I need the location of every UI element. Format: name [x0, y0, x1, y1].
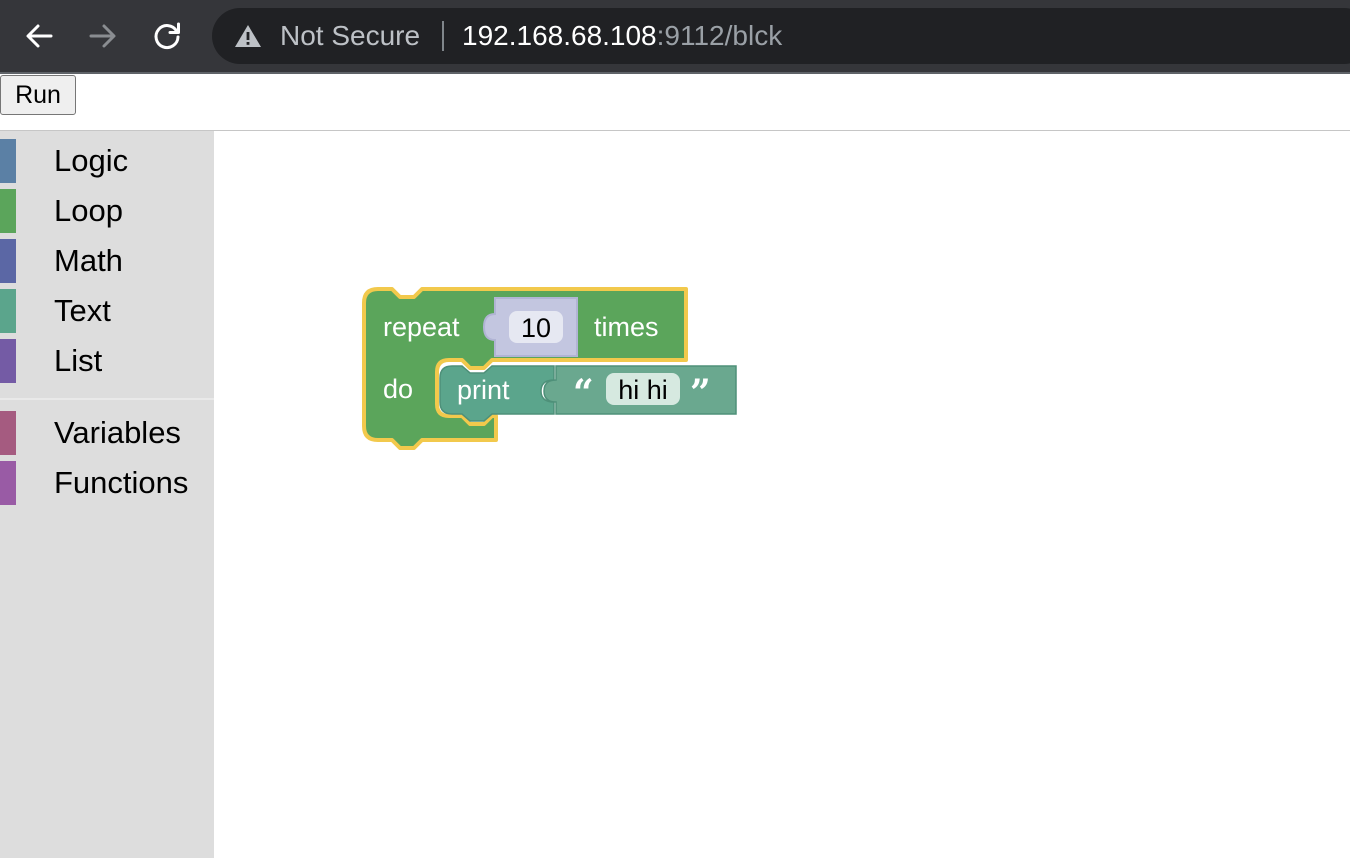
- category-variables[interactable]: Variables: [0, 411, 214, 455]
- open-quote-icon: “: [573, 372, 594, 414]
- print-label: print: [457, 375, 510, 405]
- security-status[interactable]: Not Secure: [280, 8, 420, 64]
- toolbox-separator: [0, 398, 214, 400]
- category-swatch: [0, 189, 16, 233]
- category-swatch: [0, 339, 16, 383]
- category-label: List: [54, 343, 103, 378]
- url-host: 192.168.68.108: [462, 20, 657, 51]
- run-button[interactable]: Run: [0, 75, 76, 115]
- category-list[interactable]: List: [0, 339, 214, 383]
- forward-icon: [89, 24, 116, 48]
- toolbox: Logic Loop Math Text List Variables Func…: [0, 131, 214, 858]
- close-quote-icon: ”: [690, 372, 711, 414]
- warning-icon: [235, 25, 261, 47]
- do-label: do: [383, 374, 413, 404]
- blocks-workspace[interactable]: repeat times do 10 print “ hi hi ”: [214, 131, 1350, 858]
- reload-button[interactable]: [146, 15, 188, 57]
- text-value: hi hi: [618, 375, 668, 405]
- category-label: Loop: [54, 193, 123, 228]
- category-label: Functions: [54, 465, 189, 500]
- category-swatch: [0, 289, 16, 333]
- times-label: times: [594, 312, 659, 342]
- category-functions[interactable]: Functions: [0, 461, 214, 505]
- blocks-canvas: repeat times do 10 print “ hi hi ”: [362, 287, 737, 450]
- category-text[interactable]: Text: [0, 289, 214, 333]
- category-math[interactable]: Math: [0, 239, 214, 283]
- category-label: Variables: [54, 415, 181, 450]
- browser-toolbar: Not Secure 192.168.68.108:9112/blck: [0, 0, 1350, 74]
- back-icon: [26, 24, 53, 48]
- address-bar[interactable]: Not Secure 192.168.68.108:9112/blck: [212, 8, 1350, 64]
- category-swatch: [0, 239, 16, 283]
- category-label: Text: [54, 293, 111, 328]
- number-value: 10: [521, 313, 551, 343]
- url-path: :9112/blck: [656, 20, 783, 51]
- url-text[interactable]: 192.168.68.108:9112/blck: [462, 8, 782, 64]
- back-button[interactable]: [18, 15, 60, 57]
- category-swatch: [0, 139, 16, 183]
- print-block[interactable]: print: [439, 365, 555, 422]
- text-block[interactable]: “ hi hi ”: [543, 365, 737, 415]
- address-divider: [442, 21, 444, 51]
- category-swatch: [0, 461, 16, 505]
- number-block[interactable]: 10: [482, 297, 578, 357]
- category-swatch: [0, 411, 16, 455]
- forward-button[interactable]: [82, 15, 124, 57]
- reload-icon: [154, 22, 180, 50]
- category-label: Math: [54, 243, 123, 278]
- category-loop[interactable]: Loop: [0, 189, 214, 233]
- category-logic[interactable]: Logic: [0, 139, 214, 183]
- repeat-label: repeat: [383, 312, 460, 342]
- category-label: Logic: [54, 143, 129, 178]
